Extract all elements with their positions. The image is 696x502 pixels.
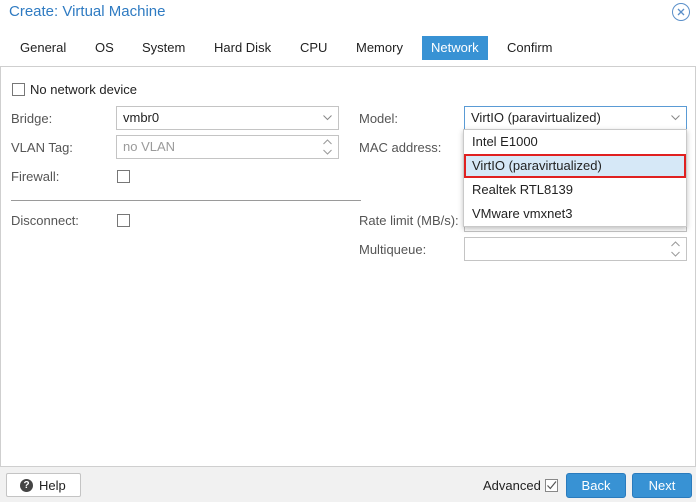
bridge-label: Bridge: <box>11 111 53 126</box>
help-button-label: Help <box>39 477 66 493</box>
tab-os[interactable]: OS <box>86 36 123 60</box>
model-select[interactable]: VirtIO (paravirtualized) <box>464 106 687 130</box>
firewall-checkbox[interactable] <box>117 170 130 183</box>
tab-hard-disk[interactable]: Hard Disk <box>205 36 280 60</box>
model-label: Model: <box>359 111 399 126</box>
chevron-down-icon <box>323 107 332 129</box>
close-icon <box>677 8 685 16</box>
multiqueue-label: Multiqueue: <box>359 242 427 257</box>
vlan-tag-label: VLAN Tag: <box>11 140 73 155</box>
next-button[interactable]: Next <box>632 473 692 498</box>
mac-address-label: MAC address: <box>359 140 442 155</box>
no-network-device-checkbox[interactable] <box>12 83 25 96</box>
firewall-label: Firewall: <box>11 169 60 184</box>
spinner-icon[interactable] <box>671 241 680 257</box>
disconnect-label: Disconnect: <box>11 213 79 228</box>
model-dropdown-list: Intel E1000 VirtIO (paravirtualized) Rea… <box>463 129 687 227</box>
tab-network[interactable]: Network <box>422 36 488 60</box>
window-titlebar: Create: Virtual Machine <box>0 0 696 25</box>
vlan-tag-input[interactable]: no VLAN <box>116 135 339 159</box>
section-separator <box>11 200 361 201</box>
vlan-tag-placeholder: no VLAN <box>123 139 176 154</box>
rate-limit-label: Rate limit (MB/s): <box>359 213 459 228</box>
wizard-tabbar: General OS System Hard Disk CPU Memory N… <box>0 25 696 67</box>
advanced-label: Advanced <box>483 478 541 493</box>
close-button[interactable] <box>672 3 690 21</box>
tab-memory[interactable]: Memory <box>347 36 412 60</box>
bridge-select[interactable]: vmbr0 <box>116 106 339 130</box>
spinner-icon[interactable] <box>323 139 332 155</box>
model-option-vmware-vmxnet3[interactable]: VMware vmxnet3 <box>464 202 686 226</box>
no-network-device-label: No network device <box>30 82 137 97</box>
multiqueue-input[interactable] <box>464 237 687 261</box>
bridge-value: vmbr0 <box>123 110 160 125</box>
checkmark-icon <box>547 481 557 490</box>
wizard-footer: ? Help Advanced Back Next <box>0 466 696 502</box>
model-option-intel-e1000[interactable]: Intel E1000 <box>464 130 686 154</box>
tab-system[interactable]: System <box>133 36 194 60</box>
tab-cpu[interactable]: CPU <box>291 36 336 60</box>
window-title: Create: Virtual Machine <box>9 3 166 20</box>
model-value: VirtIO (paravirtualized) <box>471 110 601 125</box>
disconnect-checkbox[interactable] <box>117 214 130 227</box>
chevron-down-icon <box>671 107 680 129</box>
tab-general[interactable]: General <box>11 36 75 60</box>
back-button[interactable]: Back <box>566 473 626 498</box>
tab-confirm[interactable]: Confirm <box>498 36 562 60</box>
help-button[interactable]: ? Help <box>6 473 81 497</box>
advanced-checkbox[interactable] <box>545 479 558 492</box>
help-icon: ? <box>20 478 33 492</box>
model-option-realtek-rtl8139[interactable]: Realtek RTL8139 <box>464 178 686 202</box>
model-option-virtio[interactable]: VirtIO (paravirtualized) <box>464 154 686 178</box>
